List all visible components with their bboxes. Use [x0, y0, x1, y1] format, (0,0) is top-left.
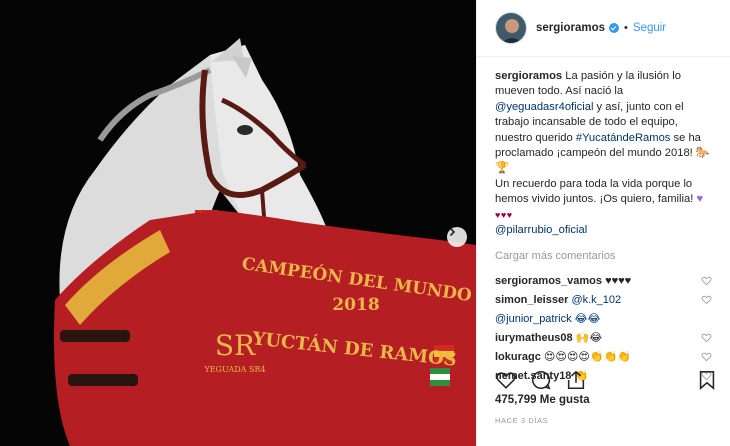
comment-like-icon[interactable]: [701, 332, 712, 343]
trophy-icon: 🏆: [495, 162, 509, 175]
share-icon[interactable]: [565, 369, 587, 391]
comment-item: lokuragc 😍😍😍😍👏👏👏: [495, 347, 712, 366]
follow-button[interactable]: Seguir: [633, 22, 666, 34]
load-more-comments-button[interactable]: Cargar más comentarios: [495, 250, 712, 262]
blanket-year: 2018: [332, 295, 379, 315]
horse-icon: 🐎: [695, 147, 710, 160]
post-actions-bar: [495, 367, 718, 393]
header-separator: •: [624, 22, 628, 34]
caption-text-4: Un recuerdo para toda la vida porque lo …: [495, 177, 694, 206]
likes-number: 475,799: [495, 394, 537, 406]
header-username[interactable]: sergioramos: [536, 22, 605, 34]
avatar-image: [496, 13, 526, 43]
comment-item-continued: @junior_patrick 😂😂: [495, 309, 712, 328]
caption-hashtag[interactable]: #YucatándeRamos: [576, 132, 671, 144]
horse-image: CAMPEÓN DEL MUNDO 2018 YUCTÁN DE RAMOS S…: [0, 0, 476, 446]
comment-item: iurymatheus08 🙌😂: [495, 328, 712, 347]
post-timestamp: HACE 3 DÍAS: [495, 416, 549, 425]
comment-like-icon[interactable]: [701, 294, 712, 305]
like-heart-icon[interactable]: [495, 369, 517, 391]
logo-text: YEGUADA SR4: [203, 365, 265, 374]
post-header: sergioramos • Seguir: [477, 0, 730, 57]
post-side-panel: sergioramos • Seguir sergioramos La pasi…: [476, 0, 730, 446]
next-photo-button[interactable]: [447, 227, 467, 247]
post-caption: sergioramos La pasión y la ilusión lo mu…: [495, 69, 712, 238]
comment-like-icon[interactable]: [701, 275, 712, 286]
comment-like-icon[interactable]: [701, 351, 712, 362]
comment-text: 🙌😂: [575, 332, 603, 345]
comment-item: sergioramos_vamos ♥♥♥♥: [495, 271, 712, 290]
comment-text[interactable]: @junior_patrick 😂😂: [495, 313, 600, 325]
comment-item: simon_leisser @k.k_102: [495, 290, 712, 309]
avatar[interactable]: [495, 12, 527, 44]
post-photo: CAMPEÓN DEL MUNDO 2018 YUCTÁN DE RAMOS S…: [0, 0, 476, 446]
logo-letters: SR: [215, 329, 256, 362]
comment-username[interactable]: iurymatheus08: [495, 332, 573, 344]
likes-count[interactable]: 475,799 Me gusta: [495, 394, 590, 406]
instagram-post: CAMPEÓN DEL MUNDO 2018 YUCTÁN DE RAMOS S…: [0, 0, 730, 446]
comment-bubble-icon[interactable]: [530, 369, 552, 391]
comment-text: ♥♥♥♥: [605, 274, 632, 287]
caption-hearts: ♥♥♥: [495, 209, 513, 220]
comment-text[interactable]: @k.k_102: [571, 294, 621, 306]
caption-mention-2[interactable]: @pilarrubio_oficial: [495, 224, 587, 236]
comment-username[interactable]: sergioramos_vamos: [495, 275, 602, 287]
bookmark-icon[interactable]: [696, 369, 718, 391]
chevron-right-icon: [449, 227, 456, 237]
comment-text: 😍😍😍😍👏👏👏: [543, 351, 631, 364]
comment-username[interactable]: lokuragc: [495, 351, 541, 363]
purple-heart-icon: ♥: [696, 193, 704, 206]
caption-username[interactable]: sergioramos: [495, 70, 562, 82]
caption-mention-1[interactable]: @yeguadasr4oficial: [495, 101, 593, 113]
comment-username[interactable]: simon_leisser: [495, 294, 568, 306]
comments-section: sergioramos La pasión y la ilusión lo mu…: [477, 57, 730, 385]
likes-label: Me gusta: [539, 394, 590, 406]
verified-badge-icon: [609, 23, 620, 33]
